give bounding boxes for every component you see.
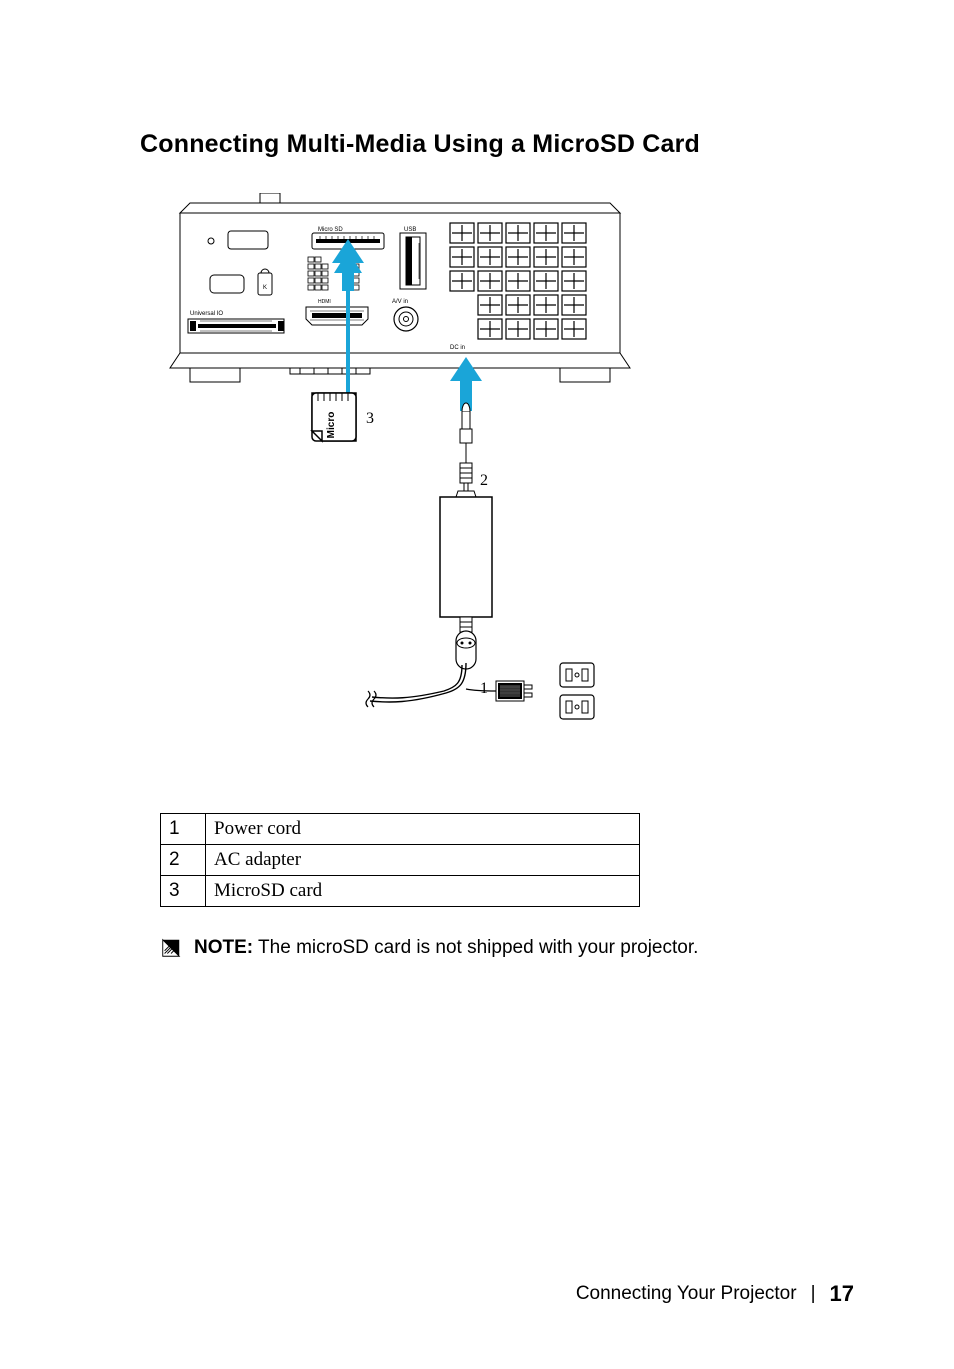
power-plug-icon	[466, 681, 532, 701]
universal-io-label: Universal IO	[190, 311, 223, 317]
microsd-card-text: Micro	[326, 412, 337, 439]
note-body: The microSD card is not shipped with you…	[253, 937, 698, 958]
note-row: NOTE: The microSD card is not shipped wi…	[160, 937, 854, 959]
usb-port: USB	[400, 227, 426, 289]
av-in-label: A/V in	[392, 299, 408, 305]
row-index: 2	[161, 845, 206, 876]
note-label: NOTE:	[194, 937, 253, 958]
note-icon	[160, 937, 182, 959]
callout-table: 1 Power cord 2 AC adapter 3 MicroSD card	[160, 813, 640, 907]
figure-container: K Universal IO Micro SD	[140, 193, 854, 753]
page-footer: Connecting Your Projector | 17	[576, 1281, 854, 1307]
callout-1: 1	[480, 680, 488, 697]
row-desc: AC adapter	[206, 845, 640, 876]
callout-3: 3	[366, 410, 374, 427]
footer-separator: |	[811, 1283, 816, 1305]
table-row: 1 Power cord	[161, 814, 640, 845]
hdmi-label: HDMI	[318, 299, 331, 305]
wall-outlet-icon	[560, 663, 594, 719]
connection-figure: K Universal IO Micro SD	[160, 193, 640, 753]
table-row: 3 MicroSD card	[161, 876, 640, 907]
table-row: 2 AC adapter	[161, 845, 640, 876]
microsd-label: Micro SD	[318, 227, 343, 233]
power-connector-icon	[366, 631, 476, 707]
lock-label: K	[263, 285, 267, 291]
footer-section: Connecting Your Projector	[576, 1283, 797, 1305]
row-index: 3	[161, 876, 206, 907]
footer-page-number: 17	[830, 1281, 854, 1307]
dc-in-label: DC in	[450, 345, 465, 351]
microsd-card-icon: Micro	[312, 393, 356, 441]
callout-2: 2	[480, 472, 488, 489]
row-desc: MicroSD card	[206, 876, 640, 907]
row-desc: Power cord	[206, 814, 640, 845]
row-index: 1	[161, 814, 206, 845]
ac-adapter-icon: 2	[366, 403, 594, 719]
usb-label: USB	[404, 227, 416, 233]
section-heading: Connecting Multi-Media Using a MicroSD C…	[140, 130, 854, 159]
